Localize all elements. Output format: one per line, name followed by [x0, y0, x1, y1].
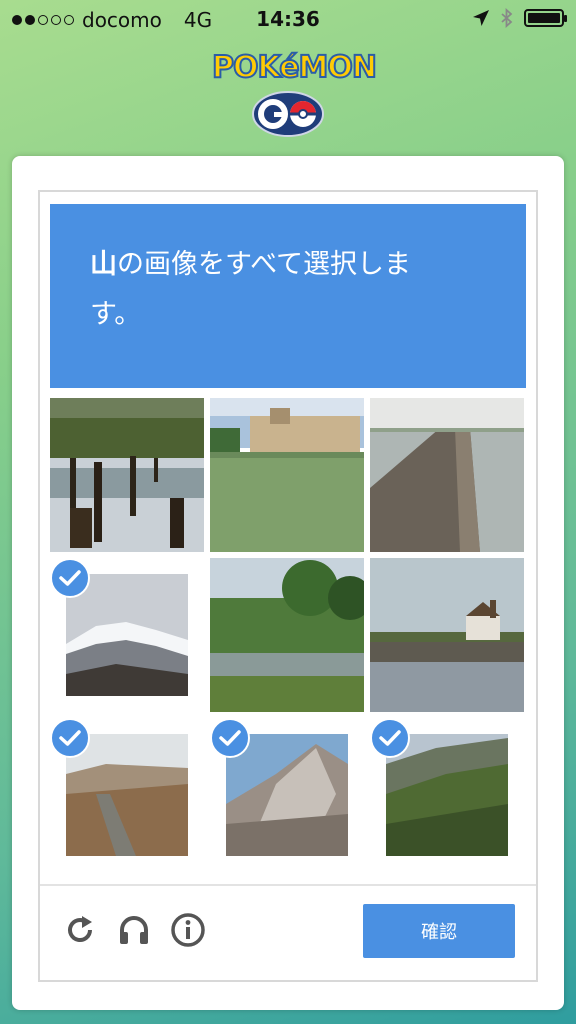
instruction-keyword: 山: [90, 249, 117, 280]
logo-go-mark: [252, 91, 324, 137]
captcha-tile-7[interactable]: [50, 718, 204, 872]
captcha-card: 山の画像をすべて選択しま す。 確認: [12, 156, 564, 1010]
bluetooth-icon: [501, 8, 513, 28]
selected-check-icon: [50, 558, 90, 598]
reload-icon[interactable]: [62, 912, 98, 948]
selected-check-icon: [50, 718, 90, 758]
logo-wordmark: POKéMON: [211, 49, 378, 86]
captcha-instructions: 山の画像をすべて選択しま す。: [50, 204, 526, 388]
instruction-text-line2: す。: [90, 299, 142, 330]
captcha-tile-4[interactable]: [50, 558, 204, 712]
captcha-tile-8[interactable]: [210, 718, 364, 872]
captcha-tile-1[interactable]: [50, 398, 204, 552]
footer-divider: [40, 884, 536, 886]
pokemon-go-logo: POKéMON: [211, 49, 378, 142]
captcha-tile-3[interactable]: [370, 398, 524, 552]
status-bar: docomo 4G 14:36: [0, 0, 576, 40]
selected-check-icon: [210, 718, 250, 758]
verify-button[interactable]: 確認: [363, 904, 515, 958]
status-icons: [472, 8, 567, 28]
info-icon[interactable]: [170, 912, 206, 948]
location-arrow-icon: [473, 10, 489, 26]
battery-icon: [524, 9, 567, 27]
captcha-tile-2[interactable]: [210, 398, 364, 552]
captcha-tile-5[interactable]: [210, 558, 364, 712]
selected-check-icon: [370, 718, 410, 758]
headphones-icon[interactable]: [116, 912, 152, 948]
captcha-tile-6[interactable]: [370, 558, 524, 712]
instruction-text: の画像をすべて選択しま: [117, 249, 412, 280]
captcha-tile-9[interactable]: [370, 718, 524, 872]
